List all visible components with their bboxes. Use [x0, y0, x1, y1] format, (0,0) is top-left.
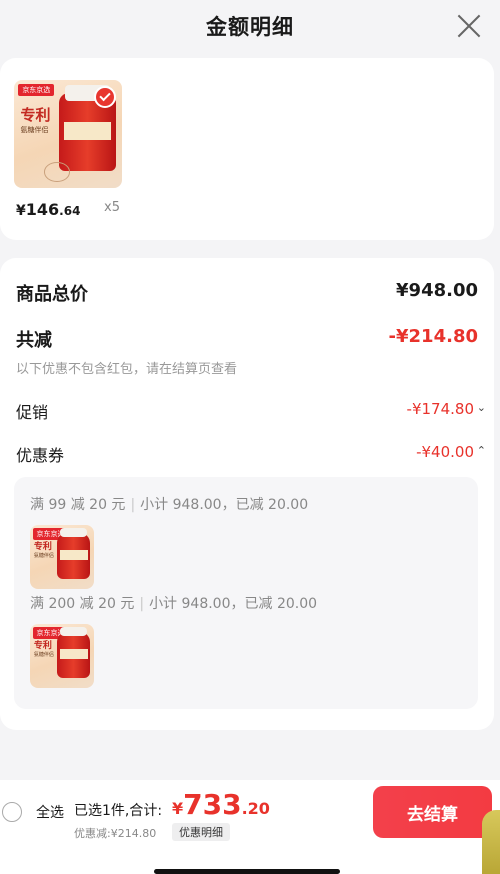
sum-price-int: 733 [183, 788, 242, 821]
promo-value[interactable]: -¥174.80 [407, 400, 474, 418]
coupon-rule-text: 满 200 减 20 元 [30, 596, 135, 612]
discount-info: 优惠减:¥214.80 [74, 827, 157, 840]
chevron-up-icon[interactable]: ⌃ [477, 444, 486, 457]
product-jar-graphic [56, 627, 91, 678]
reduce-label: 共减 [16, 330, 52, 351]
total-label: 商品总价 [16, 284, 88, 305]
sum-price-dec: .20 [241, 799, 270, 818]
sum-price: ¥733.20 [172, 788, 270, 821]
coupon-separator: | [139, 596, 145, 612]
coupon-rule-1: 满 99 减 20 元 | 小计 948.00，已减 20.00 [30, 494, 308, 514]
product-image-title: 专利 [33, 641, 52, 652]
coupon-rule-2: 满 200 减 20 元 | 小计 948.00，已减 20.00 [30, 593, 317, 613]
product-price-dec: .64 [59, 204, 81, 218]
sum-price-currency: ¥ [172, 799, 184, 818]
selected-info: 已选1件,合计: [74, 803, 163, 819]
product-image-title: 专利 [33, 542, 52, 553]
select-all-radio[interactable] [2, 802, 22, 822]
check-icon[interactable] [94, 86, 116, 108]
promo-label[interactable]: 促销 [16, 399, 48, 423]
discount-detail-button[interactable]: 优惠明细 [172, 823, 230, 841]
product-jar-graphic [56, 528, 91, 579]
home-indicator [154, 869, 340, 874]
coupon-value[interactable]: -¥40.00 [416, 443, 474, 461]
coupon-product-image[interactable]: 京东京选 专利 氨糖伴侣 [30, 525, 94, 589]
product-quantity: x5 [104, 200, 120, 215]
coupon-separator: | [130, 497, 136, 513]
select-all-label[interactable]: 全选 [36, 802, 64, 822]
product-price-int: 146 [25, 200, 60, 219]
discount-note: 以下优惠不包含红包，请在结算页查看 [16, 362, 238, 377]
coupon-rule-detail: 小计 948.00，已减 20.00 [140, 497, 309, 513]
checkout-button[interactable]: 去结算 [373, 786, 492, 838]
reduce-value: -¥214.80 [388, 326, 478, 347]
product-logo-graphic [44, 162, 71, 182]
close-icon[interactable] [456, 13, 482, 39]
total-value: ¥948.00 [396, 280, 478, 301]
product-image-sub: 氨糖伴侣 [20, 126, 49, 135]
coupon-product-image[interactable]: 京东京选 专利 氨糖伴侣 [30, 624, 94, 688]
product-image-sub: 氨糖伴侣 [33, 552, 54, 559]
chevron-down-icon[interactable]: ⌄ [477, 401, 486, 414]
page-title: 金额明细 [206, 15, 294, 39]
coupon-label[interactable]: 优惠券 [16, 442, 64, 466]
product-price: ¥146.64 [16, 200, 80, 219]
coupon-rule-text: 满 99 减 20 元 [30, 497, 126, 513]
product-image-tag: 京东京选 [18, 84, 55, 97]
product-image-sub: 氨糖伴侣 [33, 651, 54, 658]
corner-accent [482, 810, 500, 874]
product-image-title: 专利 [20, 105, 51, 124]
coupon-rule-detail: 小计 948.00，已减 20.00 [149, 596, 318, 612]
header: 金额明细 [0, 0, 500, 52]
product-price-currency: ¥ [16, 203, 26, 219]
